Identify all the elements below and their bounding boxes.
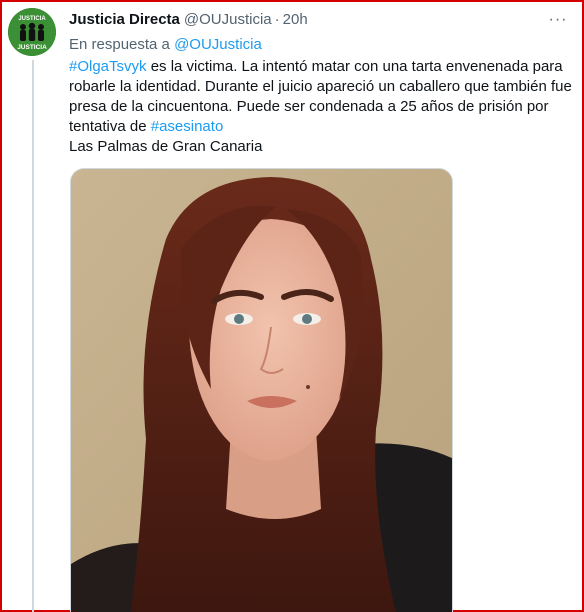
author-display-name[interactable]: Justicia Directa xyxy=(69,10,180,30)
more-options-button[interactable]: ··· xyxy=(546,10,570,30)
tweet-photo[interactable] xyxy=(70,168,453,612)
avatar-logo-icon: JUSTICIA JUSTICIA xyxy=(8,8,56,56)
avatar-bottom-text: JUSTICIA xyxy=(17,44,47,51)
hashtag-link-olgatsvyk[interactable]: #OlgaTsvyk xyxy=(69,58,147,75)
portrait-image xyxy=(71,169,452,612)
thread-connector-line xyxy=(32,60,34,612)
tweet-location-text: Las Palmas de Gran Canaria xyxy=(69,138,263,155)
tweet-text: #OlgaTsvyk es la victima. La intentó mat… xyxy=(69,57,574,137)
more-horizontal-icon: ··· xyxy=(548,11,568,28)
reply-context: En respuesta a @OUJusticia xyxy=(69,35,574,55)
author-handle[interactable]: @OUJusticia xyxy=(184,10,272,30)
avatar-column: JUSTICIA JUSTICIA xyxy=(8,8,60,56)
tweet-content: Justicia Directa @OUJusticia · 20h ··· E… xyxy=(69,10,574,157)
reply-handle-link[interactable]: @OUJusticia xyxy=(174,36,262,53)
hashtag-link-asesinato[interactable]: #asesinato xyxy=(151,118,224,135)
avatar[interactable]: JUSTICIA JUSTICIA xyxy=(8,8,56,56)
tweet-timestamp[interactable]: 20h xyxy=(283,10,308,30)
reply-prefix: En respuesta a xyxy=(69,36,170,53)
avatar-top-text: JUSTICIA xyxy=(18,16,46,22)
tweet-header: Justicia Directa @OUJusticia · 20h xyxy=(69,10,574,30)
separator-dot: · xyxy=(274,11,280,28)
